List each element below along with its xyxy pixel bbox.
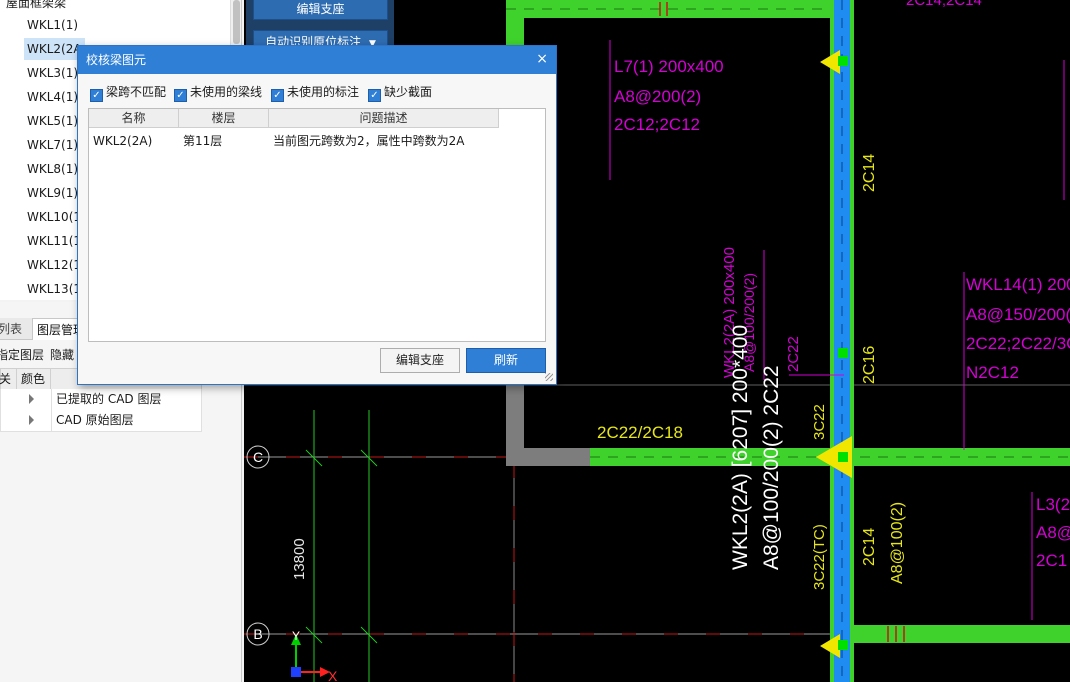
dialog-title: 校核梁图元 bbox=[86, 53, 147, 67]
beam-green-top-left bbox=[506, 0, 524, 46]
layer-row[interactable]: CAD 原始图层 bbox=[0, 410, 202, 432]
tree-item[interactable]: WKL10(1 bbox=[24, 206, 84, 228]
ucs-x-label: X bbox=[328, 668, 338, 682]
issue-table: 名称 楼层 问题描述 WKL2(2A) 第11层 当前图元跨数为2，属性中跨数为… bbox=[88, 108, 546, 342]
resize-grip-icon[interactable] bbox=[545, 373, 553, 381]
tree-item[interactable]: WKL5(1) bbox=[24, 110, 81, 132]
check-label: 梁跨不匹配 bbox=[106, 85, 167, 99]
tree-item[interactable]: WKL2(2A bbox=[24, 38, 85, 60]
close-icon[interactable]: × bbox=[536, 46, 548, 73]
grip-point-4 bbox=[838, 640, 848, 650]
tree-item[interactable]: WKL7(1) bbox=[24, 134, 81, 156]
annot-l7-1: L7(1) 200x400 bbox=[614, 57, 724, 76]
tree-item[interactable]: WKL9(1) bbox=[24, 182, 81, 204]
annot-l3-3: 2C1 bbox=[1036, 551, 1067, 570]
edit-support-toolbar-button[interactable]: 编辑支座 bbox=[253, 0, 388, 20]
col-name[interactable]: 名称 bbox=[89, 109, 179, 128]
col-floor[interactable]: 楼层 bbox=[179, 109, 269, 128]
grip-point-1 bbox=[838, 56, 848, 66]
annot-wkl14-4: N2C12 bbox=[966, 363, 1019, 382]
grip-point-2 bbox=[838, 348, 848, 358]
check-label: 未使用的梁线 bbox=[190, 85, 263, 99]
tree-item[interactable]: WKL12(1 bbox=[24, 254, 84, 276]
tree-header[interactable]: 屋面框架梁 bbox=[6, 0, 66, 11]
col-description[interactable]: 问题描述 bbox=[269, 109, 499, 128]
beam-green-bottom bbox=[834, 625, 1070, 643]
annot-a8-100: A8@100(2) bbox=[889, 502, 906, 584]
layer-row[interactable]: 已提取的 CAD 图层 bbox=[0, 389, 202, 411]
tree-item[interactable]: WKL4(1) bbox=[24, 86, 81, 108]
auto-identify-button[interactable]: 自动识别原位标注 ▼ bbox=[253, 30, 388, 46]
check-beam-dialog: 校核梁图元 × ✓ 梁跨不匹配 ✓ 未使用的梁线 ✓ 未使用的标注 ✓ 缺少截面 名称 … bbox=[77, 45, 557, 385]
col-color[interactable]: 颜色 bbox=[17, 369, 51, 389]
annot-3c22tc: 3C22(TC) bbox=[811, 524, 828, 590]
checkbox-icon[interactable]: ✓ bbox=[368, 89, 381, 102]
tree-item[interactable]: WKL13(1 bbox=[24, 278, 84, 300]
tree-item[interactable]: WKL8(1) bbox=[24, 158, 81, 180]
annot-l7-3: 2C12;2C12 bbox=[614, 115, 700, 134]
hide-link[interactable]: 隐藏 bbox=[50, 346, 74, 363]
layer-name: 已提取的 CAD 图层 bbox=[56, 392, 162, 406]
cell-name: WKL2(2A) bbox=[93, 134, 153, 148]
dim-text: 13800 bbox=[291, 538, 308, 580]
refresh-button[interactable]: 刷新 bbox=[466, 348, 546, 373]
check-unused-beam-lines[interactable]: ✓ 未使用的梁线 bbox=[174, 84, 263, 102]
check-label: 未使用的标注 bbox=[287, 85, 360, 99]
beam-grey-h bbox=[506, 448, 590, 466]
edit-support-button[interactable]: 编辑支座 bbox=[380, 348, 460, 373]
checkbox-icon[interactable]: ✓ bbox=[271, 89, 284, 102]
check-span-mismatch[interactable]: ✓ 梁跨不匹配 bbox=[90, 84, 167, 102]
annot-wkl2-mag-3: 2C22 bbox=[785, 336, 802, 372]
tree-scroll-thumb[interactable] bbox=[233, 0, 240, 44]
layer-name: CAD 原始图层 bbox=[56, 413, 134, 427]
checkbox-icon[interactable]: ✓ bbox=[174, 89, 187, 102]
annot-l3-1: L3(2 bbox=[1036, 495, 1070, 514]
cell-floor: 第11层 bbox=[183, 134, 223, 148]
annot-2c22-2c18: 2C22/2C18 bbox=[597, 423, 683, 442]
annot-wkl14-1: WKL14(1) 200x bbox=[966, 275, 1070, 294]
expand-arrow-icon[interactable] bbox=[29, 394, 34, 404]
annot-l7-2: A8@200(2) bbox=[614, 87, 701, 106]
dialog-titlebar[interactable]: 校核梁图元 × bbox=[78, 46, 556, 74]
tree-item[interactable]: WKL3(1) bbox=[24, 62, 81, 84]
annot-3c22: 3C22 bbox=[811, 404, 828, 440]
annot-wkl14-2: A8@150/200(2 bbox=[966, 305, 1070, 324]
assign-layer-link[interactable]: 指定图层 bbox=[0, 346, 44, 363]
col-off[interactable]: 关 bbox=[0, 369, 17, 389]
annot-2c16: 2C16 bbox=[861, 346, 878, 384]
grip-point-3 bbox=[838, 452, 848, 462]
cell-description: 当前图元跨数为2，属性中跨数为2A bbox=[273, 134, 465, 148]
annot-wkl14-3: 2C22;2C22/3C2 bbox=[966, 334, 1070, 353]
axis-label-b: B bbox=[253, 626, 262, 642]
tree-item[interactable]: WKL1(1) bbox=[24, 14, 81, 36]
annot-2c14-top: 2C14 bbox=[861, 154, 878, 192]
annot-2c14-bottom: 2C14 bbox=[861, 528, 878, 566]
axis-label-c: C bbox=[253, 449, 263, 465]
expand-arrow-icon[interactable] bbox=[29, 415, 34, 425]
check-missing-section[interactable]: ✓ 缺少截面 bbox=[368, 84, 433, 102]
annot-top-right: 2C14;2C14 bbox=[906, 0, 982, 9]
annot-wkl2-main-2: A8@100/200(2) 2C22 bbox=[760, 365, 783, 570]
ucs-y-label: Y bbox=[292, 629, 300, 643]
annot-l3-2: A8@ bbox=[1036, 523, 1070, 542]
tab-list[interactable]: 列表 bbox=[0, 318, 26, 340]
check-label: 缺少截面 bbox=[384, 85, 433, 99]
annot-wkl2-main-1: WKL2(2A) [6207] 200*400 bbox=[729, 325, 752, 570]
check-unused-annotations[interactable]: ✓ 未使用的标注 bbox=[271, 84, 360, 102]
checkbox-icon[interactable]: ✓ bbox=[90, 89, 103, 102]
tree-item[interactable]: WKL11(1 bbox=[24, 230, 84, 252]
